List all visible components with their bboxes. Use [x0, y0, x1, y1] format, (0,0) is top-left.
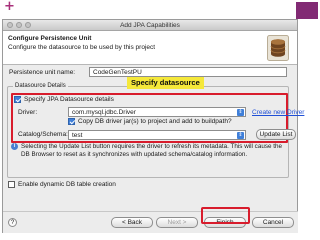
window-title: Add JPA Capabilities — [120, 22, 180, 29]
catalog-label: Catalog/Schema: — [18, 131, 68, 138]
next-button[interactable]: Next > — [156, 217, 198, 228]
persistence-unit-row: Persistence unit name: CodeGenTestPU — [9, 67, 287, 77]
driver-select-value: com.mysql.jdbc.Driver — [72, 109, 136, 116]
update-list-info-text: Selecting the Update List button require… — [21, 143, 282, 158]
copy-driver-checkbox[interactable] — [68, 118, 75, 125]
zoom-window-button[interactable] — [25, 22, 31, 28]
finish-highlight-frame — [201, 207, 250, 224]
wizard-banner: Configure Persistence Unit Configure the… — [3, 31, 297, 65]
specify-datasource-row[interactable]: Specify JPA Datasource details — [14, 96, 114, 103]
dynamic-table-label: Enable dynamic DB table creation — [18, 181, 116, 188]
wizard-button-bar: ? < Back Next > Finish Cancel — [3, 211, 298, 233]
info-icon: i — [11, 143, 18, 150]
window-controls — [7, 22, 31, 28]
database-icon — [267, 35, 289, 61]
plus-decoration: + — [4, 0, 15, 14]
dynamic-table-checkbox[interactable] — [8, 181, 15, 188]
specify-datasource-callout: Specify datasource — [127, 77, 204, 89]
banner-subtitle: Configure the datasource to be used by t… — [8, 44, 156, 51]
copy-driver-row[interactable]: Copy DB driver jar(s) to project and add… — [68, 118, 232, 125]
update-list-button[interactable]: Update List — [256, 129, 296, 140]
close-window-button[interactable] — [7, 22, 13, 28]
persistence-unit-label: Persistence unit name: — [9, 68, 76, 76]
persistence-unit-input[interactable]: CodeGenTestPU — [89, 67, 287, 77]
dynamic-table-row[interactable]: Enable dynamic DB table creation — [8, 181, 116, 188]
catalog-select[interactable]: test ⇕ — [68, 129, 246, 140]
cancel-button[interactable]: Cancel — [252, 217, 294, 228]
corner-accent — [296, 2, 318, 19]
catalog-row: Catalog/Schema: test ⇕ Update List — [18, 129, 296, 140]
driver-select[interactable]: com.mysql.jdbc.Driver ⇕ — [68, 107, 246, 117]
update-list-info: i Selecting the Update List button requi… — [11, 143, 287, 159]
copy-driver-label: Copy DB driver jar(s) to project and add… — [78, 118, 232, 125]
driver-row: Driver: com.mysql.jdbc.Driver ⇕ Create n… — [18, 107, 304, 117]
select-arrows-icon: ⇕ — [237, 109, 244, 116]
catalog-select-value: test — [72, 131, 83, 139]
back-button[interactable]: < Back — [111, 217, 153, 228]
select-arrows-icon: ⇕ — [237, 131, 244, 139]
create-new-driver-link[interactable]: Create new Driver — [252, 109, 304, 116]
specify-datasource-checkbox[interactable] — [14, 96, 21, 103]
driver-label: Driver: — [18, 108, 38, 116]
title-bar: Add JPA Capabilities — [3, 20, 297, 31]
banner-title: Configure Persistence Unit — [8, 35, 92, 42]
datasource-group-label: Datasource Details — [13, 83, 68, 89]
help-button[interactable]: ? — [8, 218, 17, 227]
specify-datasource-label: Specify JPA Datasource details — [24, 96, 114, 103]
minimize-window-button[interactable] — [16, 22, 22, 28]
